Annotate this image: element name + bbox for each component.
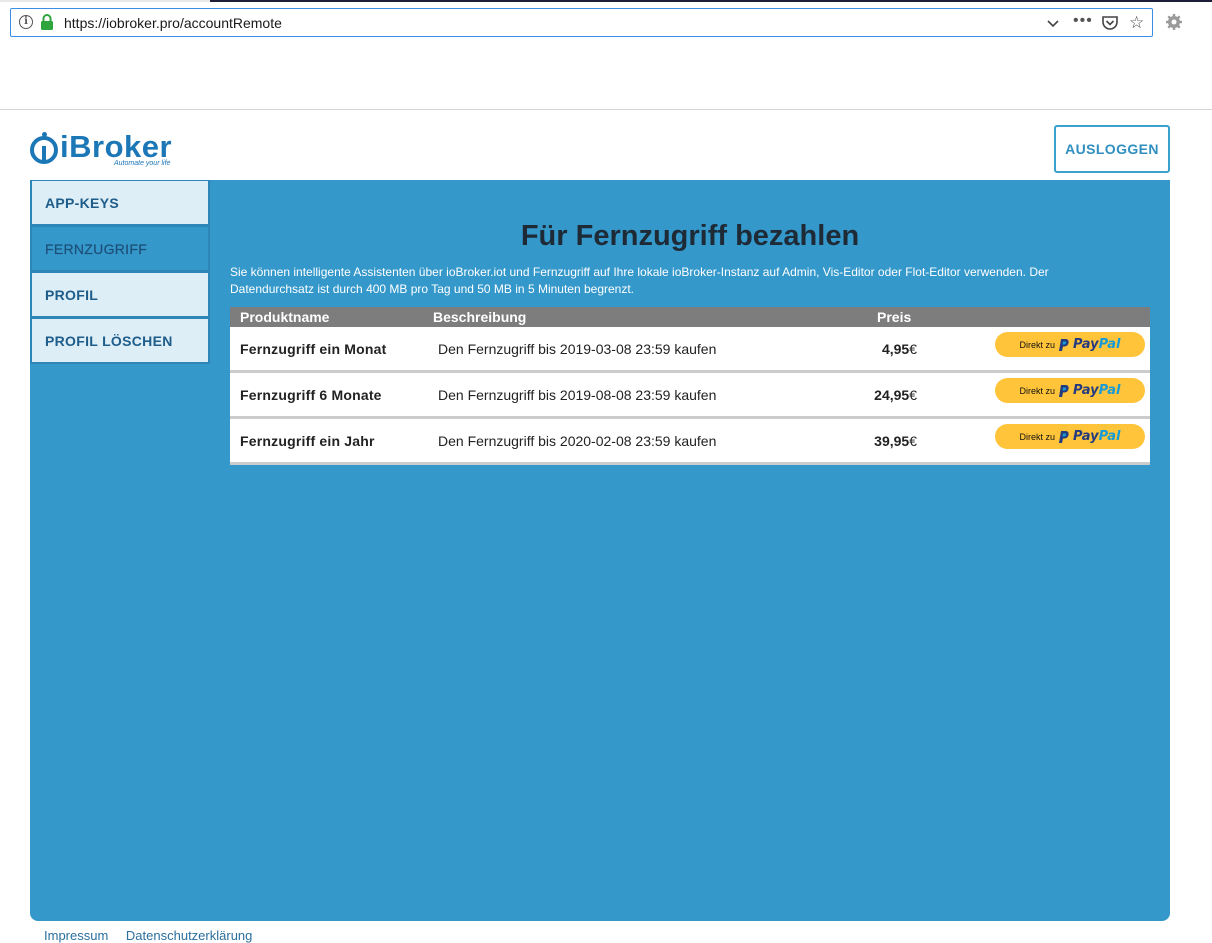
chevron-down-icon[interactable] <box>1045 15 1061 31</box>
product-name: Fernzugriff ein Monat <box>240 341 387 357</box>
product-price: 39,95€ <box>847 433 917 449</box>
price-currency: € <box>909 341 917 357</box>
column-header-description: Beschreibung <box>433 309 527 325</box>
paypal-button[interactable]: Direkt zu PayPal <box>995 378 1145 403</box>
paypal-button[interactable]: Direkt zu PayPal <box>995 424 1145 449</box>
paypal-wordmark: PayPal <box>1073 337 1121 352</box>
paypal-prefix: Direkt zu <box>1019 385 1056 396</box>
table-row: Fernzugriff ein Monat Den Fernzugriff bi… <box>230 327 1150 373</box>
page-title: Für Fernzugriff bezahlen <box>520 220 860 252</box>
pocket-icon[interactable] <box>1101 14 1119 32</box>
window-top-edge-dark <box>210 0 1212 2</box>
price-value: 39,95 <box>874 433 910 449</box>
products-table: Produktname Beschreibung Preis Fernzugri… <box>230 307 1150 465</box>
sidebar-item-profil-loeschen[interactable]: PROFIL LÖSCHEN <box>30 318 210 364</box>
sidebar: APP-KEYS FERNZUGRIFF PROFIL PROFIL LÖSCH… <box>30 180 210 364</box>
product-description: Den Fernzugriff bis 2019-03-08 23:59 kau… <box>438 341 717 357</box>
power-icon <box>30 136 58 164</box>
table-header: Produktname Beschreibung Preis <box>230 307 1150 327</box>
paypal-prefix: Direkt zu <box>1019 339 1056 350</box>
product-name: Fernzugriff 6 Monate <box>240 387 382 403</box>
iobroker-logo[interactable]: iBroker Automate your life <box>30 129 182 168</box>
paypal-icon <box>1059 430 1069 443</box>
product-description: Den Fernzugriff bis 2020-02-08 23:59 kau… <box>438 433 717 449</box>
settings-gear-icon[interactable] <box>1165 13 1183 31</box>
paypal-icon <box>1059 384 1069 397</box>
window-top-edge <box>0 0 210 2</box>
paypal-button[interactable]: Direkt zu PayPal <box>995 332 1145 357</box>
paypal-wordmark: PayPal <box>1073 429 1121 444</box>
column-header-product: Produktname <box>240 309 330 325</box>
column-header-price: Preis <box>877 309 912 325</box>
price-value: 4,95 <box>881 341 910 357</box>
logo-tagline: Automate your life <box>114 160 171 167</box>
url-text[interactable]: https://iobroker.pro/accountRemote <box>64 15 282 31</box>
product-price: 24,95€ <box>847 387 917 403</box>
page-actions-icon[interactable]: ••• <box>1073 12 1093 30</box>
price-currency: € <box>909 387 917 403</box>
table-row: Fernzugriff 6 Monate Den Fernzugriff bis… <box>230 373 1150 419</box>
price-currency: € <box>909 433 917 449</box>
table-row: Fernzugriff ein Jahr Den Fernzugriff bis… <box>230 419 1150 465</box>
product-description: Den Fernzugriff bis 2019-08-08 23:59 kau… <box>438 387 717 403</box>
bookmark-star-icon[interactable]: ☆ <box>1129 13 1144 33</box>
sidebar-item-app-keys[interactable]: APP-KEYS <box>30 180 210 226</box>
product-price: 4,95€ <box>847 341 917 357</box>
sidebar-item-profil[interactable]: PROFIL <box>30 272 210 318</box>
address-bar[interactable]: i https://iobroker.pro/accountRemote •••… <box>10 8 1153 37</box>
site-info-icon[interactable]: i <box>19 15 33 29</box>
paypal-icon <box>1059 338 1069 351</box>
logout-button[interactable]: AUSLOGGEN <box>1054 125 1170 173</box>
paypal-wordmark: PayPal <box>1073 383 1121 398</box>
main-panel: APP-KEYS FERNZUGRIFF PROFIL PROFIL LÖSCH… <box>30 180 1170 921</box>
paypal-prefix: Direkt zu <box>1019 431 1056 442</box>
sidebar-item-fernzugriff[interactable]: FERNZUGRIFF <box>30 226 210 272</box>
product-name: Fernzugriff ein Jahr <box>240 433 375 449</box>
page-description: Sie können intelligente Assistenten über… <box>230 265 1049 296</box>
price-value: 24,95 <box>874 387 910 403</box>
browser-divider <box>0 109 1212 110</box>
lock-icon[interactable] <box>40 14 54 31</box>
